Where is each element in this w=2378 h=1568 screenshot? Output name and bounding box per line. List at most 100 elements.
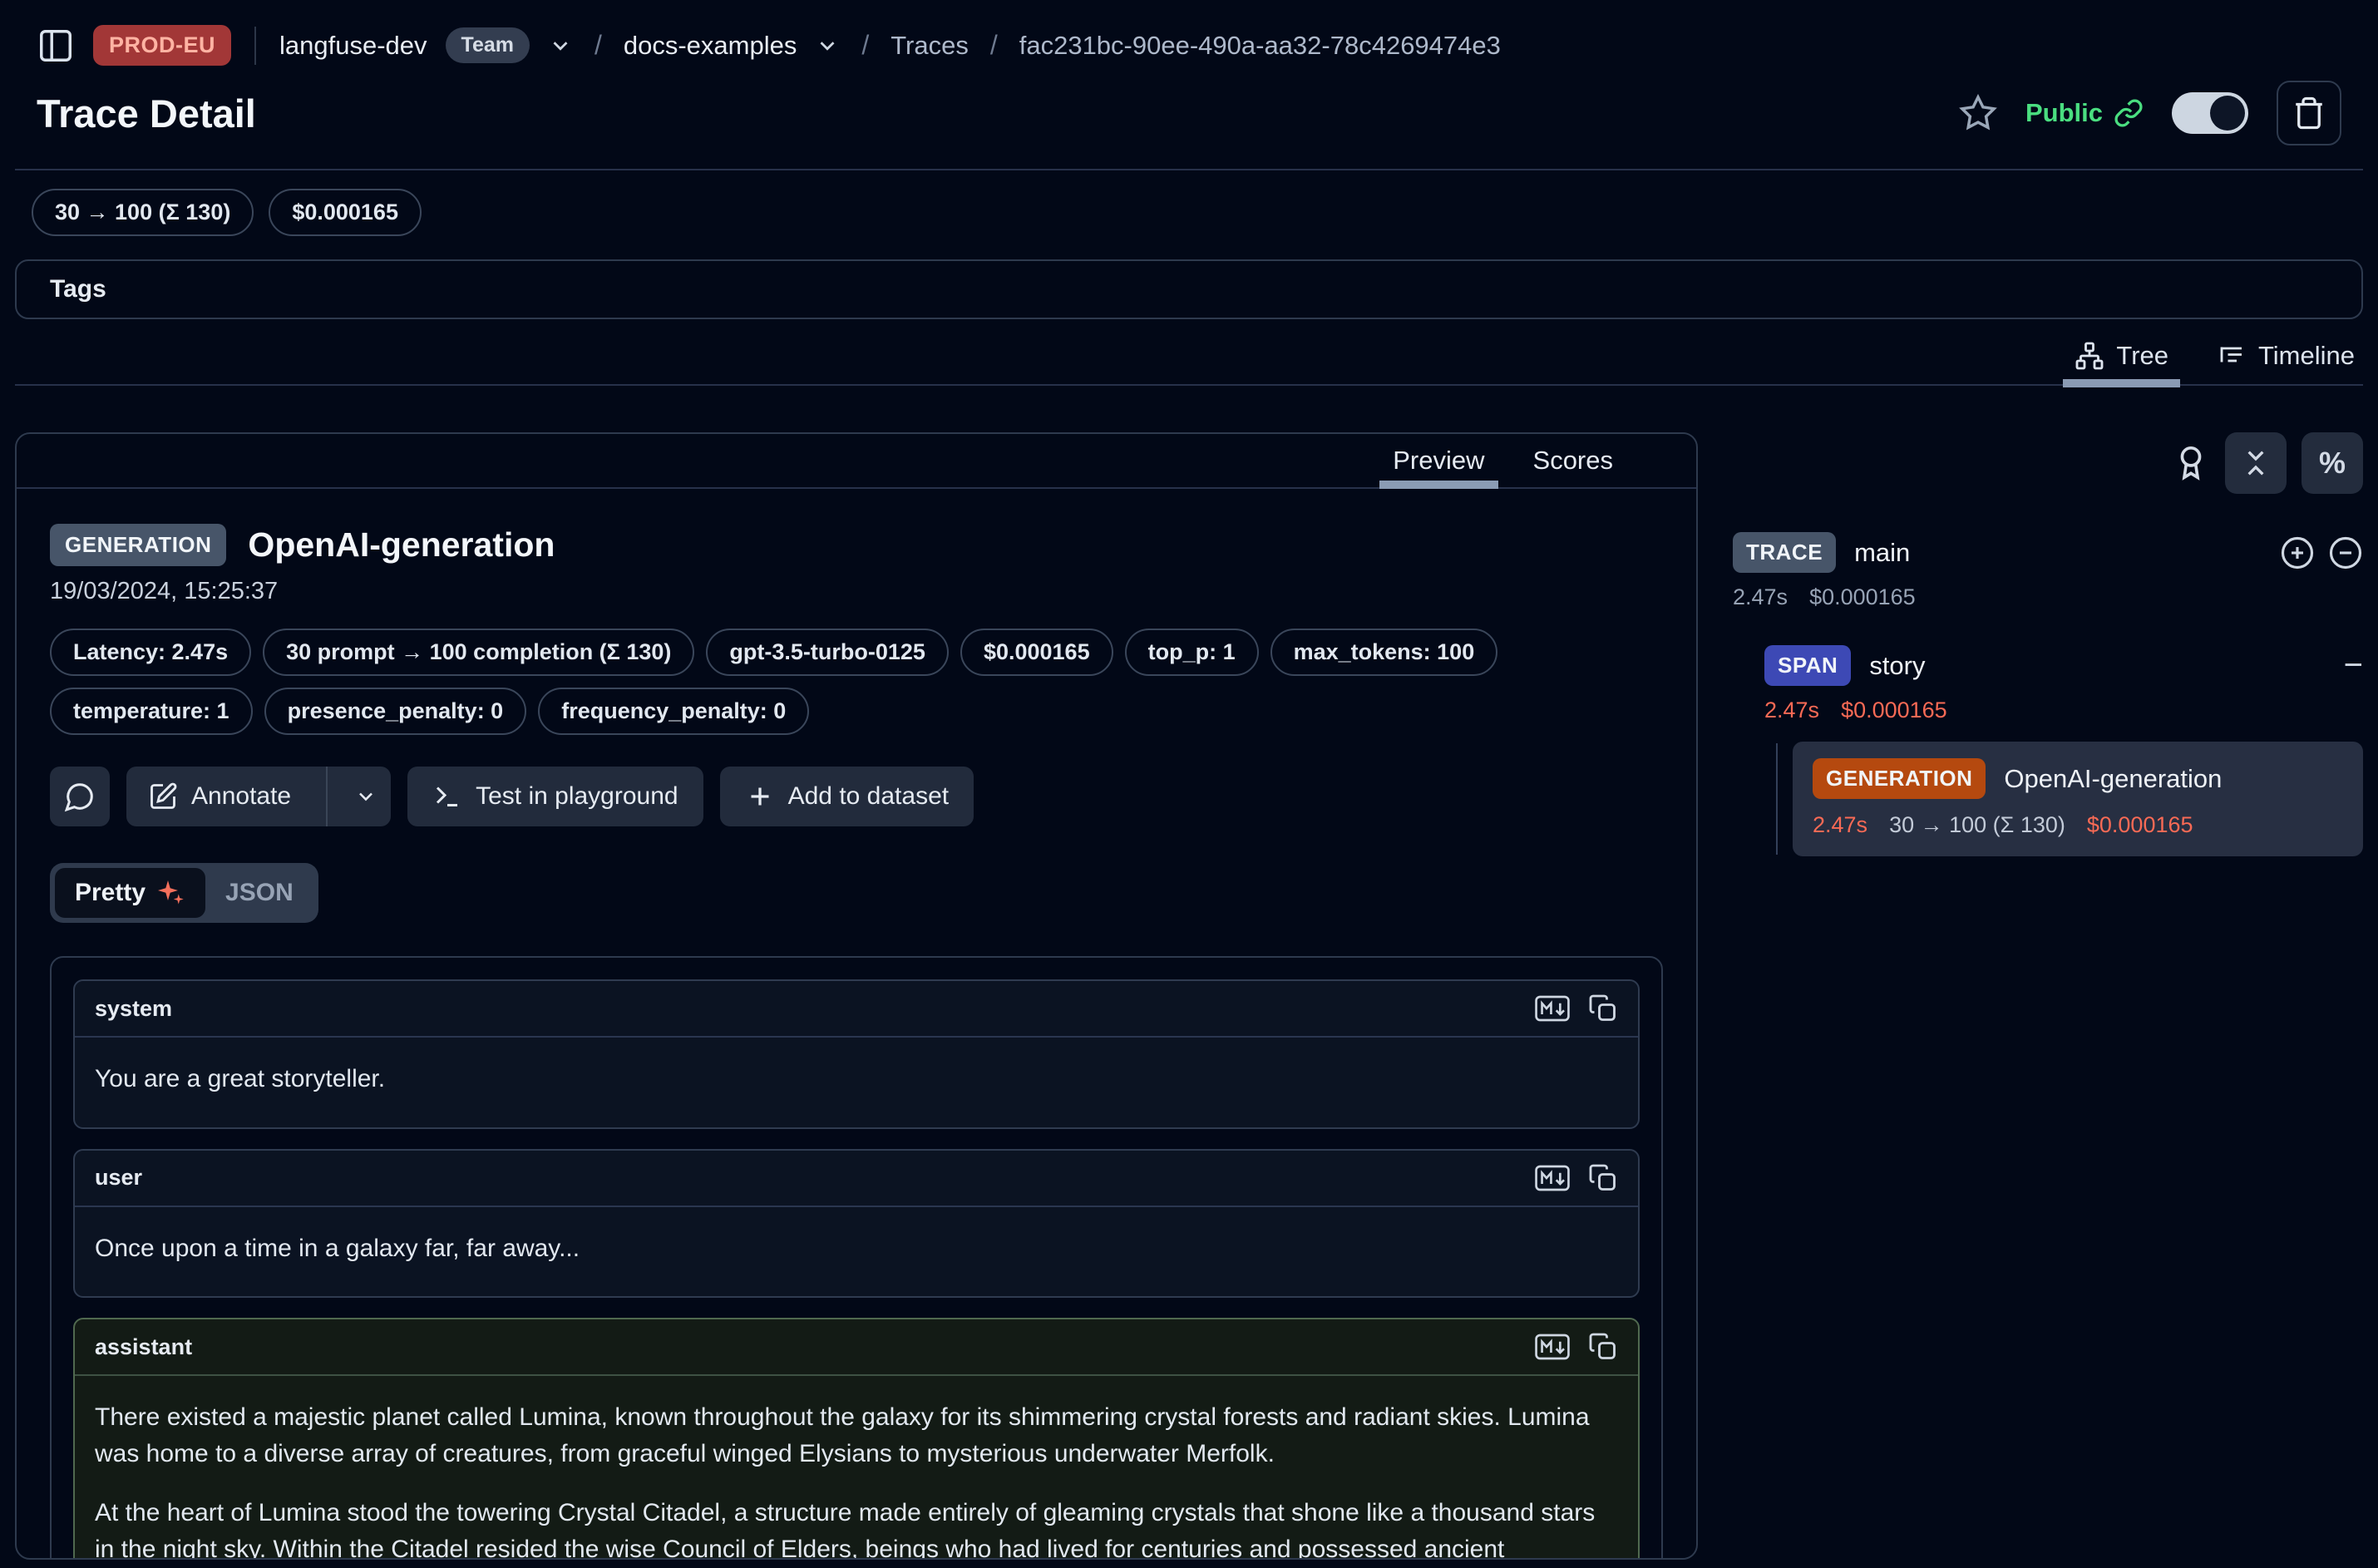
trace-cost: $0.000165	[1809, 584, 1916, 610]
circle-plus-icon[interactable]	[2280, 535, 2315, 570]
observation-badges: Latency: 2.47s 30 prompt → 100 completio…	[50, 629, 1663, 735]
trace-badges: 30 → 100 (Σ 130) $0.000165	[15, 170, 2363, 254]
comment-icon	[64, 781, 96, 812]
delete-trace-button[interactable]	[2277, 81, 2341, 145]
message-content: You are a great storyteller.	[75, 1038, 1638, 1127]
environment-badge: PROD-EU	[93, 25, 231, 66]
org-plan-badge: Team	[446, 27, 530, 63]
tab-scores[interactable]: Scores	[1533, 434, 1613, 487]
span-node[interactable]: SPAN story −	[1764, 645, 2363, 686]
trace-latency: 2.47s	[1733, 584, 1788, 610]
message-role: system	[95, 996, 172, 1022]
markdown-toggle-icon[interactable]	[1535, 995, 1570, 1022]
sparkles-icon	[155, 878, 185, 908]
message-header: assistant	[75, 1319, 1638, 1376]
copy-icon[interactable]	[1588, 1332, 1618, 1362]
generation-name: OpenAI-generation	[2004, 764, 2222, 794]
breadcrumb-org[interactable]: langfuse-dev	[279, 31, 427, 61]
copy-icon[interactable]	[1588, 994, 1618, 1023]
span-cost: $0.000165	[1841, 698, 1947, 723]
generation-type-badge: GENERATION	[1813, 758, 1986, 799]
trace-name: main	[1854, 538, 1910, 568]
award-icon[interactable]	[2172, 444, 2210, 482]
trace-type-badge: TRACE	[1733, 532, 1836, 573]
observation-timestamp: 19/03/2024, 15:25:37	[50, 578, 1663, 605]
annotate-main[interactable]: Annotate	[126, 767, 313, 826]
breadcrumb-project[interactable]: docs-examples	[624, 31, 797, 61]
add-to-dataset-button[interactable]: Add to dataset	[720, 767, 974, 826]
tags-box[interactable]: Tags	[15, 259, 2363, 319]
metrics-toggle-button[interactable]: %	[2302, 432, 2363, 494]
markdown-toggle-icon[interactable]	[1535, 1334, 1570, 1360]
observation-card: Preview Scores GENERATION OpenAI-generat…	[15, 432, 1698, 1560]
tree-zoom-controls	[2280, 535, 2363, 570]
test-in-playground-button[interactable]: Test in playground	[407, 767, 703, 826]
tab-preview[interactable]: Preview	[1393, 434, 1484, 487]
format-pretty-segment[interactable]: Pretty	[55, 868, 205, 918]
split-divider	[326, 767, 328, 826]
model-badge: gpt-3.5-turbo-0125	[706, 629, 949, 676]
header-actions: Public	[1959, 81, 2341, 145]
message-content: There existed a majestic planet called L…	[75, 1376, 1638, 1560]
tags-label: Tags	[50, 275, 106, 303]
terminal-icon	[432, 782, 462, 811]
top-p-badge: top_p: 1	[1125, 629, 1259, 676]
message-system: system You are a great storyteller.	[73, 979, 1640, 1129]
generation-metrics: 2.47s 30 → 100 (Σ 130) $0.000165	[1813, 812, 2343, 838]
span-latency: 2.47s	[1764, 698, 1819, 723]
tab-tree[interactable]: Tree	[2075, 341, 2168, 371]
annotate-label: Annotate	[191, 782, 291, 811]
generation-wrapper: GENERATION OpenAI-generation 2.47s 30 → …	[1764, 742, 2363, 856]
tree-icon	[2075, 341, 2104, 371]
markdown-toggle-icon[interactable]	[1535, 1165, 1570, 1191]
trace-detail-page: PROD-EU langfuse-dev Team / docs-example…	[0, 0, 2378, 1568]
messages-container: system You are a great storyteller.	[50, 956, 1663, 1560]
generation-cost: $0.000165	[2087, 812, 2193, 838]
fold-vertical-icon	[2239, 446, 2272, 480]
observation-title-row: GENERATION OpenAI-generation	[50, 524, 1663, 566]
message-tools	[1535, 1163, 1618, 1193]
collapse-all-button[interactable]	[2225, 432, 2287, 494]
assistant-paragraph-1: There existed a majestic planet called L…	[95, 1399, 1618, 1472]
public-toggle[interactable]	[2172, 92, 2248, 134]
pencil-square-icon	[148, 782, 178, 811]
message-tools	[1535, 1332, 1618, 1362]
message-role: assistant	[95, 1334, 192, 1360]
breadcrumb: PROD-EU langfuse-dev Team / docs-example…	[15, 0, 2363, 72]
generation-node-selected[interactable]: GENERATION OpenAI-generation 2.47s 30 → …	[1793, 742, 2363, 856]
trace-cost-badge: $0.000165	[269, 189, 422, 236]
comment-button[interactable]	[50, 767, 110, 826]
format-toggle: Pretty JSON	[50, 863, 318, 923]
trace-tree: TRACE main 2.47s $0.000165 SPAN story	[1733, 532, 2363, 856]
add-to-dataset-label: Add to dataset	[788, 782, 949, 811]
span-name: story	[1869, 651, 1925, 681]
cost-badge: $0.000165	[960, 629, 1113, 676]
view-tabs: Tree Timeline	[15, 341, 2363, 386]
tree-connector-line	[1776, 743, 1778, 855]
chevron-down-icon[interactable]	[548, 33, 573, 58]
plus-icon	[745, 782, 775, 811]
breadcrumb-separator: /	[858, 30, 872, 61]
circle-minus-icon[interactable]	[2328, 535, 2363, 570]
copy-icon[interactable]	[1588, 1163, 1618, 1193]
playground-label: Test in playground	[476, 782, 678, 811]
star-icon[interactable]	[1959, 94, 1997, 132]
breadcrumb-section[interactable]: Traces	[891, 31, 969, 61]
chevron-down-icon[interactable]	[815, 33, 840, 58]
observation-body: GENERATION OpenAI-generation 19/03/2024,…	[17, 489, 1696, 1560]
annotate-button[interactable]: Annotate	[126, 767, 391, 826]
annotate-dropdown[interactable]	[341, 767, 391, 826]
observation-title: OpenAI-generation	[248, 525, 555, 565]
main-area: Preview Scores GENERATION OpenAI-generat…	[15, 432, 2363, 1560]
sidebar-toggle-icon[interactable]	[37, 27, 75, 65]
pretty-label: Pretty	[75, 879, 146, 907]
trace-node[interactable]: TRACE main	[1733, 532, 2363, 573]
assistant-paragraph-2: At the heart of Lumina stood the towerin…	[95, 1495, 1618, 1560]
public-link[interactable]: Public	[2025, 98, 2144, 128]
temperature-badge: temperature: 1	[50, 688, 253, 735]
tree-toolbar: %	[1733, 432, 2363, 494]
span-collapse[interactable]: −	[2344, 647, 2363, 684]
tab-timeline[interactable]: Timeline	[2217, 341, 2355, 371]
observation-actions: Annotate Test in playground Add to data	[50, 767, 1663, 826]
format-json-segment[interactable]: JSON	[205, 869, 313, 917]
